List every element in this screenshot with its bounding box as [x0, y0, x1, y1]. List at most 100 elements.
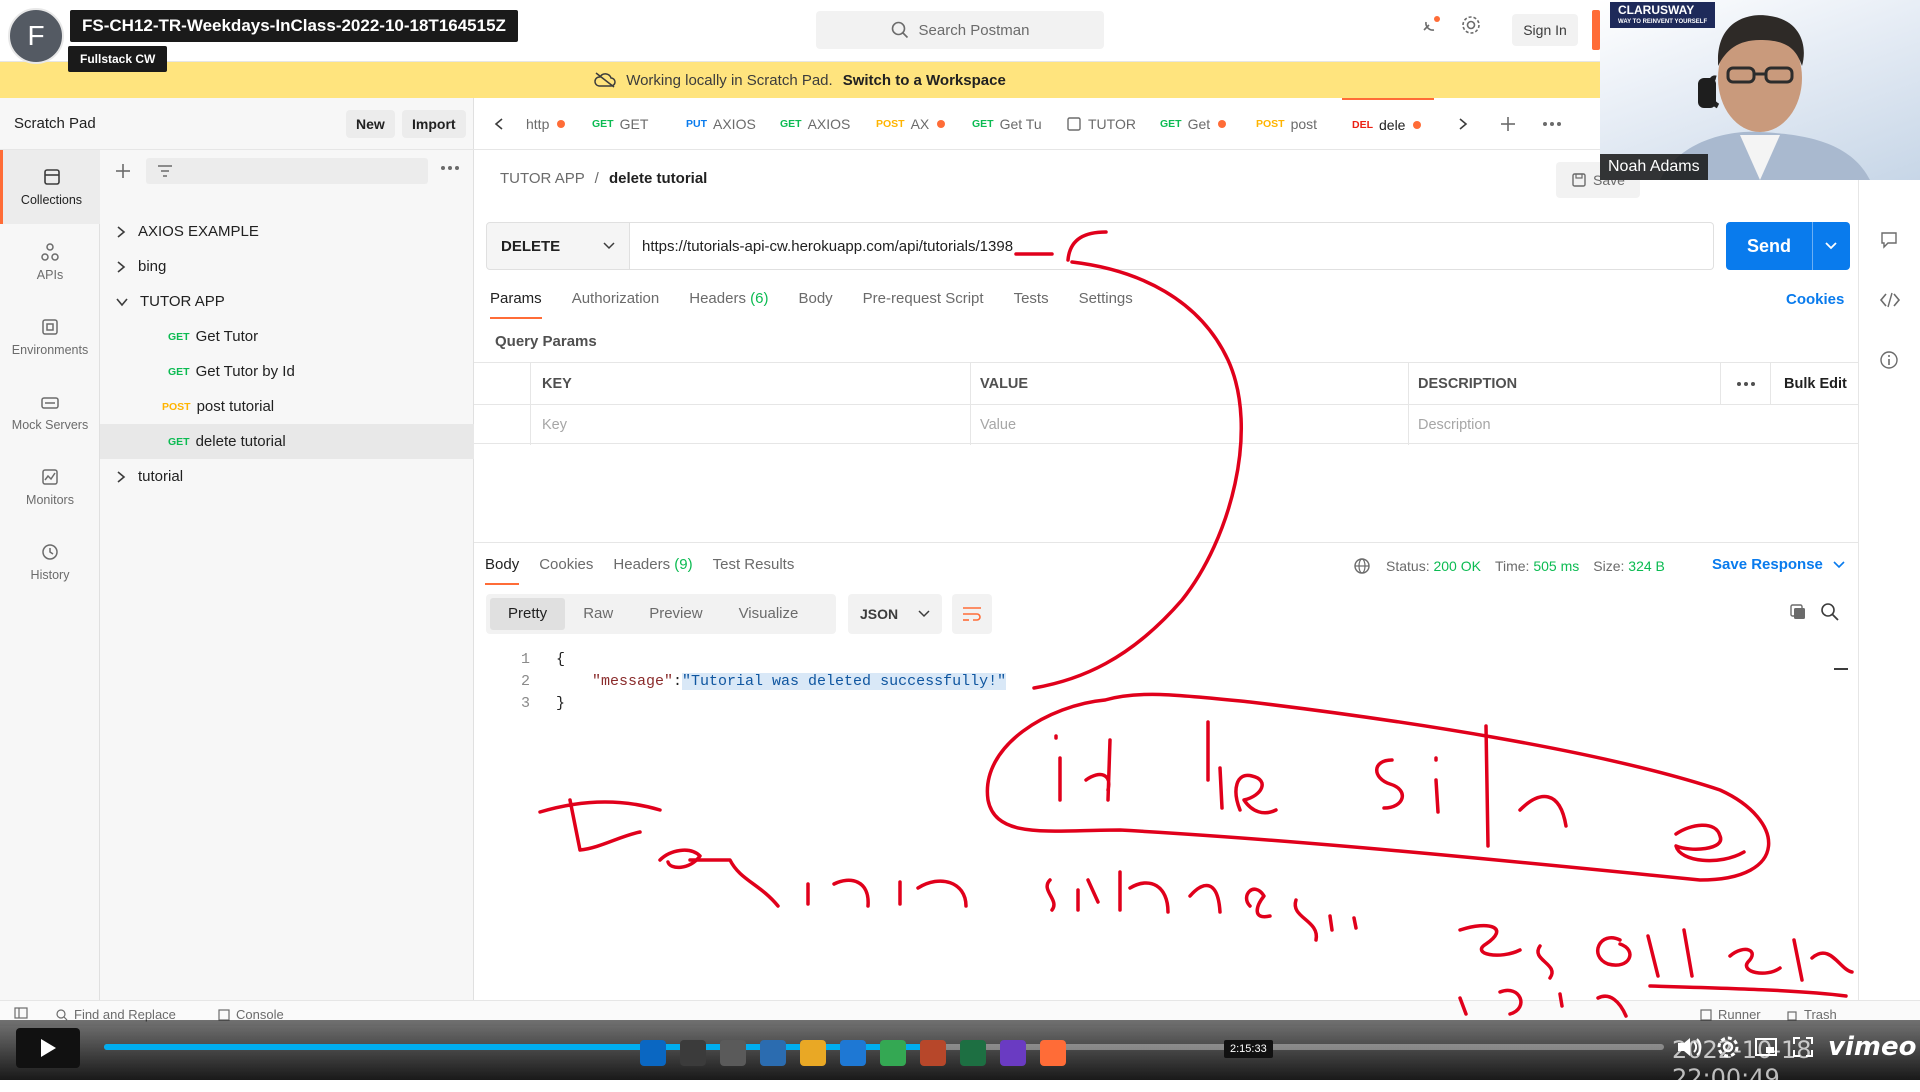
tree-item-bing[interactable]: bing [100, 249, 474, 284]
param-key-input[interactable]: Key [542, 404, 567, 445]
tree-request-delete-tutorial[interactable]: GET delete tutorial [100, 424, 474, 459]
time-readout[interactable]: Time: 505 ms [1495, 558, 1579, 574]
search-icon [891, 21, 909, 39]
sign-in-button[interactable]: Sign In [1512, 14, 1578, 46]
tab-tutor-collection[interactable]: TUTOR [1066, 98, 1138, 150]
search-postman-box[interactable]: Search Postman [816, 11, 1104, 49]
tree-item-tutor-app[interactable]: TUTOR APP [100, 284, 474, 319]
response-message-value[interactable]: "Tutorial was deleted successfully!" [682, 672, 1007, 690]
powerpoint-icon[interactable] [920, 1040, 946, 1066]
channel-avatar[interactable]: F [8, 8, 64, 64]
view-visualize[interactable]: Visualize [721, 598, 817, 630]
switch-workspace-link[interactable]: Switch to a Workspace [843, 72, 1006, 89]
gear-icon[interactable] [1460, 14, 1482, 36]
http-method-select[interactable]: DELETE [486, 222, 630, 270]
tree-item-tutorial[interactable]: tutorial [100, 459, 474, 494]
more-options-icon[interactable] [440, 164, 460, 172]
rail-collections[interactable]: Collections [0, 150, 100, 224]
tab-http[interactable]: http [526, 98, 588, 150]
bulk-edit-button[interactable]: Bulk Edit [1784, 363, 1847, 404]
response-tab-cookies[interactable]: Cookies [539, 556, 593, 585]
scrollbar-marker[interactable] [1834, 668, 1848, 670]
postman-taskbar-icon[interactable] [1040, 1040, 1066, 1066]
param-value-input[interactable]: Value [980, 404, 1016, 445]
new-button[interactable]: New [346, 110, 395, 138]
add-collection-icon[interactable] [112, 160, 134, 182]
response-tab-headers[interactable]: Headers (9) [613, 556, 692, 585]
channel-name[interactable]: Fullstack CW [68, 46, 168, 72]
save-response-button[interactable]: Save Response [1712, 556, 1845, 573]
rail-monitors[interactable]: Monitors [0, 450, 100, 524]
info-icon[interactable] [1879, 350, 1899, 370]
rail-apis[interactable]: APIs [0, 225, 100, 299]
view-preview[interactable]: Preview [631, 598, 720, 630]
response-tab-body[interactable]: Body [485, 556, 520, 585]
tab-tests[interactable]: Tests [1014, 290, 1049, 319]
tree-request-post-tutorial[interactable]: POST post tutorial [100, 389, 474, 424]
pane-resize-handle[interactable] [474, 542, 1858, 543]
taskbar-search-icon[interactable] [680, 1040, 706, 1066]
tab-body[interactable]: Body [798, 290, 832, 319]
column-options-icon[interactable] [1736, 363, 1756, 404]
status-readout[interactable]: Status: 200 OK [1386, 558, 1481, 574]
rail-mock-servers[interactable]: Mock Servers [0, 375, 100, 449]
response-body-code: 1{ 2 "message": "Tutorial was deleted suc… [520, 650, 1007, 712]
file-explorer-icon[interactable] [800, 1040, 826, 1066]
chevron-right-icon[interactable] [1458, 118, 1468, 130]
chrome-icon[interactable] [880, 1040, 906, 1066]
sidebar-toggle-icon[interactable] [14, 1007, 28, 1019]
tab-post-post[interactable]: POST post [1256, 98, 1328, 150]
view-raw[interactable]: Raw [565, 598, 631, 630]
rail-environments[interactable]: Environments [0, 300, 100, 374]
tab-options-icon[interactable] [1542, 120, 1562, 128]
send-button[interactable]: Send [1726, 222, 1850, 270]
tab-get-tu[interactable]: GET Get Tu [972, 98, 1048, 150]
breadcrumb-collection[interactable]: TUTOR APP [500, 170, 584, 187]
tab-settings[interactable]: Settings [1079, 290, 1133, 319]
tree-item-axios-example[interactable]: AXIOS EXAMPLE [100, 214, 474, 249]
tab-get-axios[interactable]: GET AXIOS [780, 98, 856, 150]
new-tab-icon[interactable] [1498, 114, 1518, 134]
globe-icon[interactable] [1352, 556, 1372, 576]
scrub-time-tooltip: 2:15:33 [1224, 1040, 1273, 1058]
tab-pre-request-script[interactable]: Pre-request Script [863, 290, 984, 319]
tab-del-delete[interactable]: DEL dele [1342, 98, 1434, 150]
format-select[interactable]: JSON [848, 594, 942, 634]
tree-request-get-tutor-by-id[interactable]: GET Get Tutor by Id [100, 354, 474, 389]
tab-get-get[interactable]: GET GET [592, 98, 676, 150]
tab-get-get-2[interactable]: GET Get [1160, 98, 1240, 150]
tab-authorization[interactable]: Authorization [572, 290, 660, 319]
chevron-left-icon[interactable] [494, 118, 504, 130]
tab-put-axios[interactable]: PUT AXIOS [686, 98, 762, 150]
tab-post-ax[interactable]: POST AX [876, 98, 958, 150]
chevron-down-icon[interactable] [1825, 242, 1837, 250]
task-view-icon[interactable] [720, 1040, 746, 1066]
vscode-icon[interactable] [840, 1040, 866, 1066]
cookies-link[interactable]: Cookies [1786, 291, 1844, 308]
windows-start-icon[interactable] [640, 1040, 666, 1066]
search-icon[interactable] [1820, 602, 1840, 622]
request-url-input[interactable] [630, 222, 1714, 270]
tab-params[interactable]: Params [490, 290, 542, 319]
comments-icon[interactable] [1879, 230, 1899, 250]
tab-headers[interactable]: Headers (6) [689, 290, 768, 319]
view-pretty[interactable]: Pretty [490, 598, 566, 630]
size-readout[interactable]: Size: 324 B [1593, 558, 1665, 574]
excel-icon[interactable] [960, 1040, 986, 1066]
wrap-lines-button[interactable] [952, 594, 992, 634]
filter-collections-input[interactable] [146, 158, 428, 184]
param-description-input[interactable]: Description [1418, 404, 1491, 445]
request-name[interactable]: delete tutorial [609, 170, 707, 187]
rail-history[interactable]: History [0, 525, 100, 599]
taskbar-app-icon[interactable] [760, 1040, 786, 1066]
mock-servers-icon [40, 392, 60, 412]
tree-request-get-tutor[interactable]: GET Get Tutor [100, 319, 474, 354]
import-button[interactable]: Import [402, 110, 466, 138]
code-snippet-icon[interactable] [1879, 290, 1901, 310]
satellite-icon[interactable] [1420, 14, 1442, 36]
response-tab-test-results[interactable]: Test Results [713, 556, 795, 585]
onenote-icon[interactable] [1000, 1040, 1026, 1066]
copy-icon[interactable] [1788, 602, 1808, 622]
play-button[interactable] [16, 1028, 80, 1068]
create-account-button[interactable] [1592, 10, 1600, 50]
